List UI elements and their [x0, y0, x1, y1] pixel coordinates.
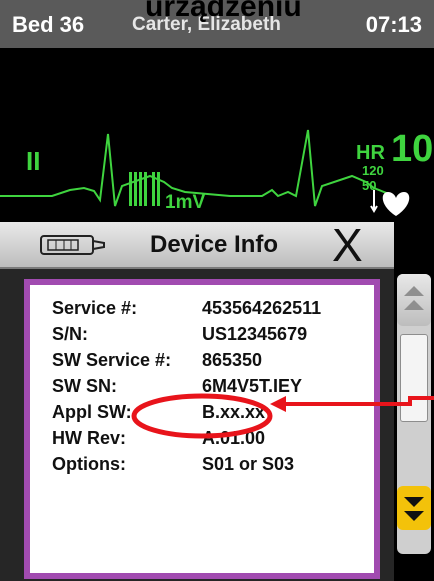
highlight-ellipse: [131, 393, 273, 439]
arrow-head: [270, 396, 286, 412]
highlight-annotation: [131, 393, 434, 439]
arrow-line: [282, 396, 434, 406]
